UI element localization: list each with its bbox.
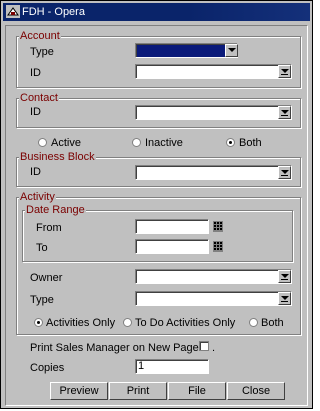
account-type-select[interactable] — [135, 43, 238, 58]
print-sales-manager-checkbox[interactable] — [199, 341, 209, 351]
from-date-input[interactable] — [135, 219, 209, 234]
activity-type-lov-button[interactable] — [278, 292, 291, 305]
activity-section-title: Activity — [19, 191, 56, 203]
account-id-label: ID — [30, 67, 41, 79]
chevron-down-icon — [281, 110, 289, 114]
todo-activities-only-radio[interactable] — [123, 318, 132, 327]
business-block-id-label: ID — [30, 166, 41, 178]
date-range-title: Date Range — [25, 204, 86, 216]
calendar-icon[interactable] — [212, 219, 224, 233]
lov-bar — [281, 115, 288, 116]
activities-only-radio[interactable] — [34, 318, 43, 327]
opera-app-icon — [6, 5, 20, 18]
file-button[interactable]: File — [168, 382, 226, 400]
activity-type-label: Type — [30, 294, 54, 306]
preview-button[interactable]: Preview — [50, 382, 108, 400]
to-date-input[interactable] — [135, 239, 209, 254]
activity-both-radio[interactable] — [249, 318, 258, 327]
window-title: FDH - Opera — [22, 6, 85, 18]
contact-id-label: ID — [30, 106, 41, 118]
account-section-title: Account — [19, 30, 61, 42]
status-active-radio[interactable] — [38, 138, 47, 147]
chevron-down-icon — [281, 274, 289, 278]
business-block-section-title: Business Block — [19, 151, 96, 163]
print-sales-manager-suffix: . — [212, 342, 216, 354]
chevron-down-icon — [281, 296, 289, 300]
contact-section-title: Contact — [19, 92, 59, 104]
account-id-lov-button[interactable] — [278, 65, 291, 78]
owner-lov-button[interactable] — [278, 270, 291, 283]
chevron-down-icon — [228, 48, 236, 52]
lov-bar — [281, 175, 288, 176]
chevron-down-icon — [281, 170, 289, 174]
activity-both-label: Both — [261, 317, 284, 329]
business-block-id-input[interactable] — [135, 165, 292, 180]
chevron-down-icon — [281, 69, 289, 73]
lov-bar — [281, 301, 288, 302]
from-date-label: From — [36, 222, 62, 234]
copies-input[interactable]: 1 — [135, 359, 209, 374]
copies-label: Copies — [30, 362, 65, 374]
status-inactive-radio[interactable] — [132, 138, 141, 147]
status-both-radio[interactable] — [226, 138, 235, 147]
business-block-id-lov-button[interactable] — [278, 166, 291, 179]
account-id-input[interactable] — [135, 64, 292, 79]
account-type-dropdown-button[interactable] — [225, 44, 238, 57]
lov-bar — [281, 74, 288, 75]
owner-input[interactable] — [135, 269, 292, 284]
lov-bar — [281, 279, 288, 280]
title-bar[interactable]: FDH - Opera — [3, 3, 310, 21]
owner-label: Owner — [30, 272, 63, 284]
activities-only-label: Activities Only — [46, 317, 116, 329]
report-dialog-window: FDH - Opera Account Type ID Contact ID A… — [0, 0, 313, 409]
print-sales-manager-label: Print Sales Manager on New Page — [30, 342, 199, 354]
todo-activities-only-label: To Do Activities Only — [135, 317, 236, 329]
status-both-label: Both — [239, 137, 262, 149]
contact-id-lov-button[interactable] — [278, 106, 291, 119]
date-range-section — [22, 210, 293, 262]
calendar-icon[interactable] — [212, 239, 224, 253]
status-inactive-label: Inactive — [145, 137, 183, 149]
contact-id-input[interactable] — [135, 105, 292, 120]
account-type-label: Type — [30, 46, 54, 58]
dialog-body: Account Type ID Contact ID Active Inacti… — [5, 25, 308, 406]
to-date-label: To — [36, 242, 48, 254]
close-button[interactable]: Close — [227, 382, 285, 400]
activity-type-input[interactable] — [135, 291, 292, 306]
print-button[interactable]: Print — [109, 382, 167, 400]
status-active-label: Active — [51, 137, 81, 149]
